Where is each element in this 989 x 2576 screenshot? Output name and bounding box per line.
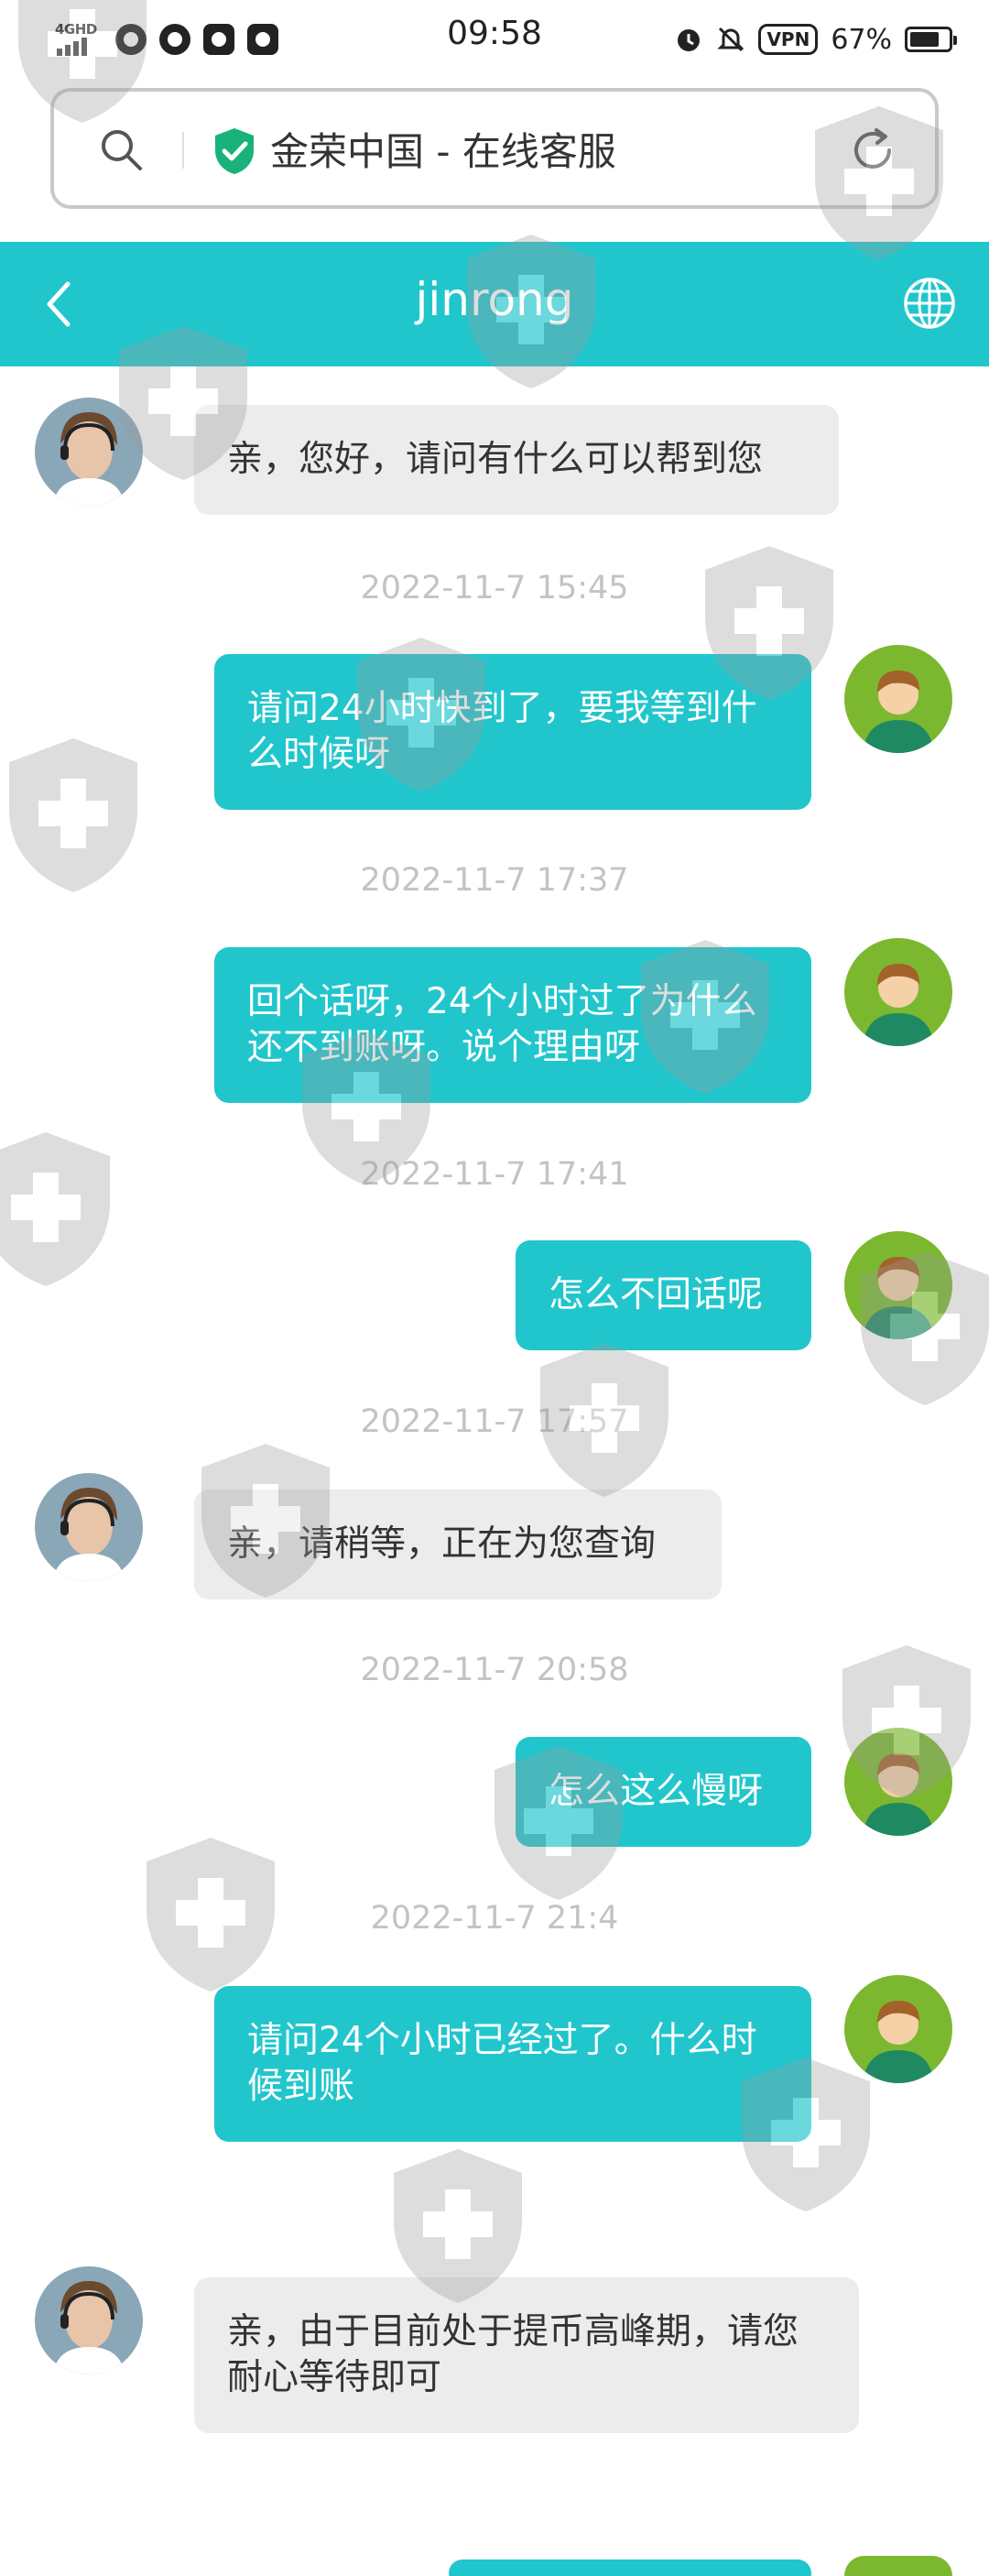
- message-timestamp: 2022-11-7 21:4: [370, 1900, 619, 1937]
- user-avatar-partial: [844, 2556, 952, 2576]
- agent-avatar: [35, 398, 143, 506]
- alarm-icon: [678, 29, 701, 51]
- message-timestamp: 2022-11-7 17:57: [360, 1403, 629, 1440]
- chat-header: jinrong: [0, 242, 989, 366]
- message-bubble-user: 怎么这么慢呀: [516, 1737, 811, 1847]
- user-avatar: [844, 645, 952, 753]
- secure-shield-icon: [215, 128, 254, 174]
- status-bar: 4GHD 09:58 VPN 67%: [0, 0, 989, 79]
- battery-icon: [905, 27, 957, 52]
- search-icon[interactable]: [98, 126, 144, 172]
- divider: [182, 132, 184, 169]
- user-avatar: [844, 938, 952, 1046]
- vpn-badge: VPN: [758, 24, 819, 55]
- message-timestamp: 2022-11-7 20:58: [360, 1652, 629, 1688]
- reload-icon[interactable]: [847, 125, 898, 176]
- user-avatar: [844, 1231, 952, 1339]
- message-bubble-user: 怎么不回话呢: [516, 1240, 811, 1350]
- message-bubble-user: 回个话呀，24个小时过了为什么还不到账呀。说个理由呀: [214, 947, 811, 1103]
- browser-address-bar[interactable]: 金荣中国 - 在线客服: [50, 88, 939, 209]
- message-timestamp: 2022-11-7 17:37: [360, 862, 629, 899]
- message-bubble-agent: 亲，您好，请问有什么可以帮到您: [194, 405, 839, 515]
- message-bubble-agent: 亲，请稍等，正在为您查询: [194, 1490, 722, 1599]
- message-bubble-user-partial: [449, 2560, 811, 2576]
- page-title: 金荣中国 - 在线客服: [270, 129, 616, 174]
- message-timestamp: 2022-11-7 15:45: [360, 570, 629, 606]
- mute-icon: [717, 27, 745, 52]
- message-bubble-user: 请问24小时快到了，要我等到什么时候呀: [214, 654, 811, 810]
- globe-icon[interactable]: [901, 275, 958, 332]
- agent-avatar: [35, 2266, 143, 2374]
- watermark-shield-icon: [0, 1132, 110, 1286]
- status-icons-right: VPN 67%: [674, 18, 957, 60]
- message-bubble-agent: 亲，由于目前处于提币高峰期，请您耐心等待即可: [194, 2277, 859, 2433]
- agent-avatar: [35, 1473, 143, 1581]
- user-avatar: [844, 1975, 952, 2083]
- chat-title: jinrong: [415, 273, 574, 326]
- user-avatar: [844, 1728, 952, 1836]
- battery-percentage: 67%: [831, 23, 892, 56]
- message-bubble-user: 请问24个小时已经过了。什么时候到账: [214, 1986, 811, 2142]
- message-timestamp: 2022-11-7 17:41: [360, 1156, 629, 1193]
